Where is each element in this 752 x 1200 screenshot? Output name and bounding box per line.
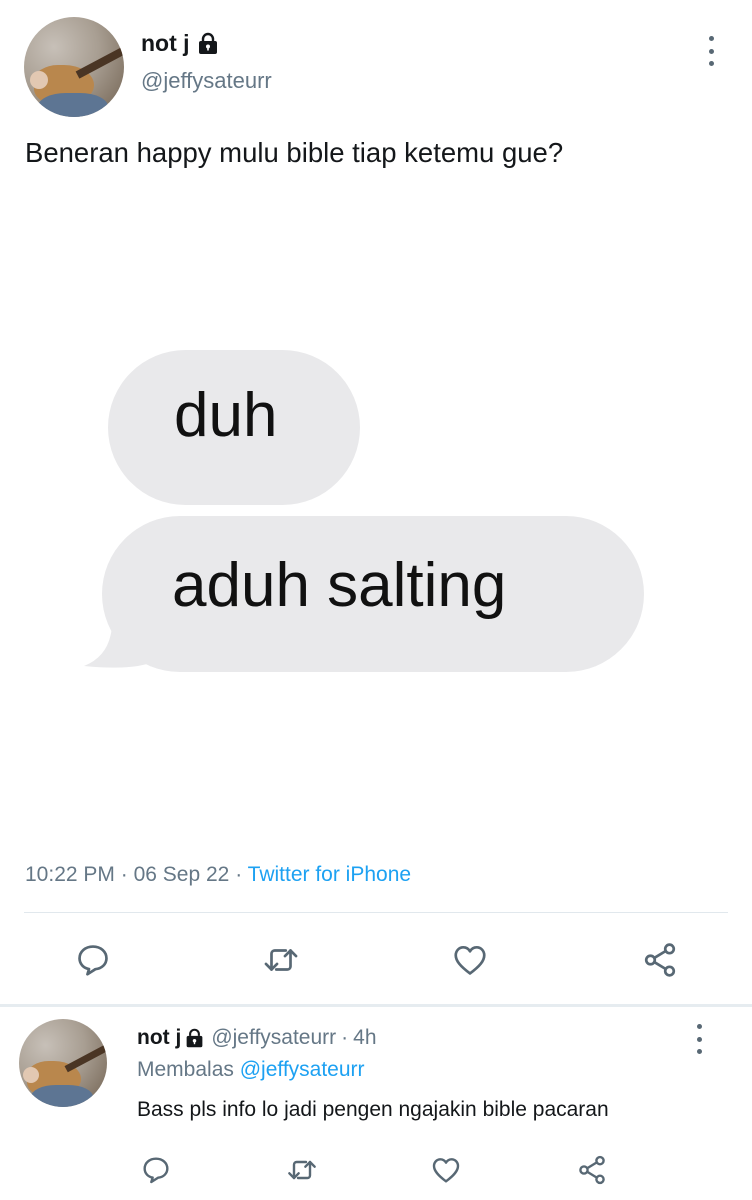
- reply-avatar[interactable]: [19, 1019, 107, 1107]
- replying-to: Membalas @jeffysateurr: [137, 1058, 365, 1082]
- reply-retweet-button[interactable]: [282, 1150, 322, 1190]
- reply-reply-button[interactable]: [136, 1150, 176, 1190]
- avatar[interactable]: [24, 17, 124, 117]
- lock-icon: [196, 32, 220, 56]
- tweet-time: 10:22 PM: [25, 863, 115, 886]
- reply-display-name[interactable]: not j: [137, 1026, 181, 1050]
- reply-button[interactable]: [73, 940, 113, 980]
- comment-icon: [78, 945, 108, 976]
- message-bubble-text: duh: [174, 381, 278, 450]
- lock-icon: [186, 1028, 203, 1047]
- retweet-button[interactable]: [261, 940, 301, 980]
- tweet-detail-page: not j @jeffysateurr Beneran happy mulu b…: [0, 0, 752, 1200]
- more-vertical-icon[interactable]: [694, 1024, 704, 1054]
- reply-share-button[interactable]: [572, 1150, 612, 1190]
- meta-separator: ·: [235, 863, 243, 886]
- tweet-meta: 10:22 PM · 06 Sep 22 · Twitter for iPhon…: [25, 863, 411, 887]
- section-divider: [0, 1004, 752, 1007]
- replying-to-handle[interactable]: @jeffysateurr: [240, 1058, 365, 1081]
- comment-icon: [143, 1157, 169, 1184]
- reply-like-button[interactable]: [426, 1150, 466, 1190]
- divider: [24, 912, 728, 913]
- reply-age: 4h: [353, 1026, 377, 1049]
- heart-icon: [454, 945, 486, 975]
- share-button[interactable]: [640, 940, 680, 980]
- like-button[interactable]: [450, 940, 490, 980]
- meta-separator: ·: [120, 863, 128, 886]
- display-name[interactable]: not j: [141, 30, 190, 57]
- tweet-date: 06 Sep 22: [133, 863, 230, 886]
- retweet-icon: [264, 949, 298, 971]
- message-bubble: aduh salting: [102, 516, 644, 672]
- meta-separator: ·: [341, 1026, 349, 1049]
- tweet-media-image[interactable]: duh aduh salting: [24, 210, 728, 830]
- share-icon: [579, 1155, 605, 1185]
- tweet-text: Beneran happy mulu bible tiap ketemu gue…: [25, 137, 564, 168]
- author-name-row: not j: [141, 30, 220, 57]
- message-bubble: duh: [108, 350, 360, 505]
- tweet-source-link[interactable]: Twitter for iPhone: [248, 863, 411, 886]
- replying-prefix: Membalas: [137, 1058, 234, 1081]
- message-bubble-text: aduh salting: [172, 551, 507, 620]
- share-icon: [644, 943, 676, 977]
- reply-handle[interactable]: @jeffysateurr: [211, 1026, 336, 1050]
- retweet-icon: [288, 1160, 316, 1180]
- author-handle[interactable]: @jeffysateurr: [141, 68, 272, 94]
- reply-header: not j @jeffysateurr · 4h: [137, 1026, 377, 1050]
- more-vertical-icon[interactable]: [706, 36, 716, 66]
- heart-icon: [432, 1158, 460, 1183]
- reply-text: Bass pls info lo jadi pengen ngajakin bi…: [137, 1098, 609, 1121]
